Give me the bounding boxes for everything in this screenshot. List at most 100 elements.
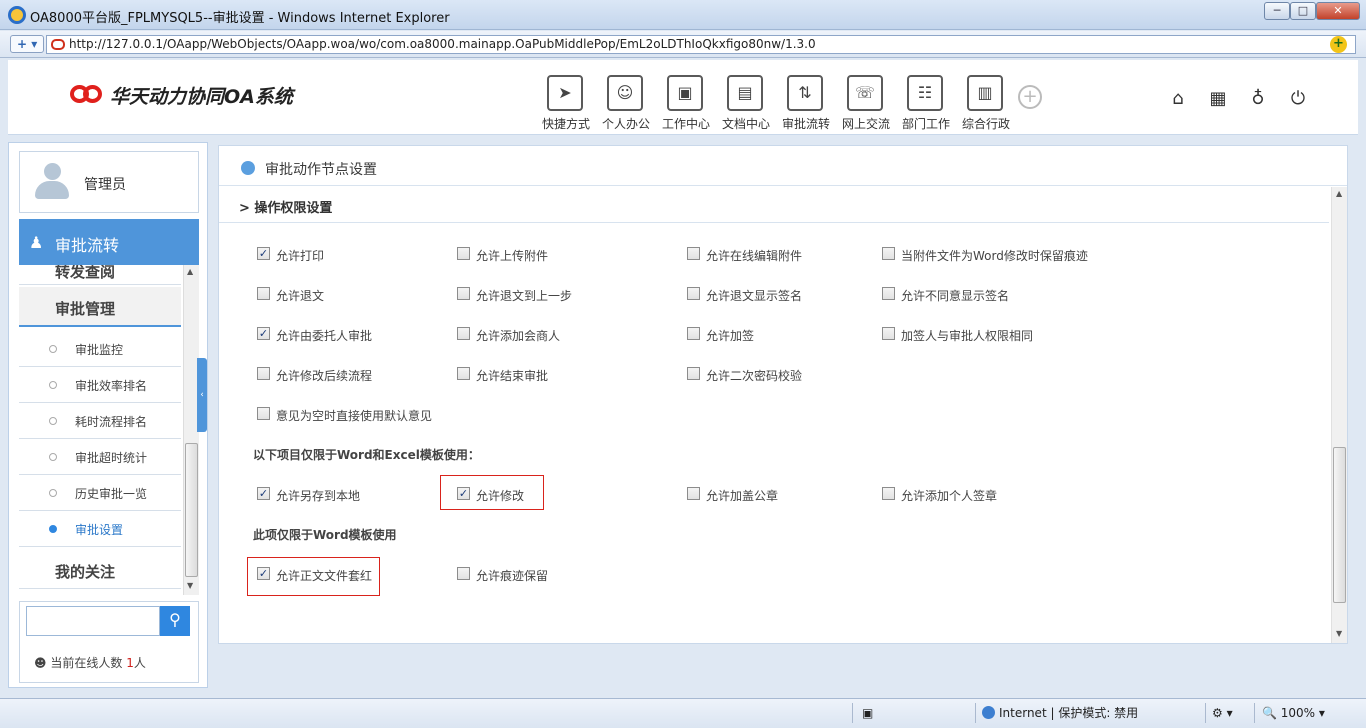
url-field[interactable]: http://127.0.0.1/OAapp/WebObjects/OAapp.… (46, 35, 1356, 54)
sidebar-item-label: 历史审批一览 (75, 487, 148, 501)
sidebar-item-my-follows[interactable]: 我的关注 (19, 549, 181, 589)
section-title: > 操作权限设置 (239, 201, 333, 216)
window-title: OA8000平台版_FPLMYSQL5--审批设置 - Windows Inte… (30, 11, 450, 26)
nav-work-center[interactable]: ▣ 工作中心 (656, 75, 716, 133)
sidebar-section-title: 审批流转 (55, 236, 120, 255)
sidebar-item-history[interactable]: 历史审批一览 (19, 475, 181, 511)
nav-administration[interactable]: ▥ 综合行政 (956, 75, 1016, 133)
add-nav-icon[interactable]: + (1018, 85, 1042, 109)
scroll-thumb[interactable] (185, 443, 198, 577)
search-icon[interactable]: ⚲ (160, 606, 190, 636)
checkbox[interactable] (457, 287, 470, 300)
checkbox[interactable] (457, 567, 470, 580)
sidebar-collapse-handle[interactable]: ‹ (197, 358, 207, 432)
flow-arrows-icon: ⇅ (787, 75, 823, 111)
search-input[interactable] (26, 606, 160, 636)
grid-icon[interactable]: ▦ (1206, 87, 1230, 111)
url-text: http://127.0.0.1/OAapp/WebObjects/OAapp.… (69, 37, 816, 51)
nav-department-work[interactable]: ☷ 部门工作 (896, 75, 956, 133)
sidebar-item-timeout-stats[interactable]: 审批超时统计 (19, 439, 181, 475)
ie-logo-icon (8, 6, 26, 24)
person-icon: ☺ (607, 75, 643, 111)
shirt-icon[interactable]: ♁ (1246, 87, 1270, 111)
checkbox[interactable] (457, 327, 470, 340)
nav-label: 工作中心 (661, 117, 710, 131)
user-settings-icon: ♟ (29, 233, 44, 252)
online-number[interactable]: 1 (126, 656, 134, 670)
checkbox[interactable] (882, 487, 895, 500)
bullet-icon (49, 345, 57, 353)
page-title: 审批动作节点设置 (265, 162, 377, 178)
checkbox[interactable]: ✓ (457, 487, 470, 500)
user-box[interactable]: 管理员 (19, 151, 199, 213)
nav-label: 部门工作 (901, 117, 950, 131)
checkbox[interactable] (457, 247, 470, 260)
nav-label: 审批流转 (781, 117, 830, 131)
checkbox[interactable]: ✓ (257, 487, 270, 500)
scroll-thumb[interactable] (1333, 447, 1346, 603)
address-bar: + ▾ http://127.0.0.1/OAapp/WebObjects/OA… (0, 31, 1366, 58)
checkbox[interactable]: ✓ (257, 247, 270, 260)
sidebar-item-forward-review[interactable]: 转发查阅 (19, 265, 181, 285)
sidebar-group-approval-management[interactable]: 审批管理 (19, 287, 181, 327)
checkbox[interactable] (687, 367, 700, 380)
nav-document-center[interactable]: ▤ 文档中心 (716, 75, 776, 133)
sidebar-item-label: 审批超时统计 (75, 451, 148, 465)
checkbox[interactable] (687, 327, 700, 340)
online-count: ☻ 当前在线人数 1人 (34, 654, 146, 671)
nav-label: 文档中心 (721, 117, 770, 131)
scroll-down-icon[interactable]: ▼ (1336, 629, 1342, 638)
sidebar-item-label: 转发查阅 (55, 265, 116, 281)
sidebar-item-efficiency-ranking[interactable]: 审批效率排名 (19, 367, 181, 403)
sidebar-item-approval-settings[interactable]: 审批设置 (19, 511, 181, 547)
app-header: 华天动力协同OA系统 ➤ 快捷方式 ☺ 个人办公 ▣ 工作中心 ▤ 文档中心 ⇅… (8, 60, 1358, 135)
avatar-body-icon (35, 181, 69, 199)
checkbox[interactable] (687, 487, 700, 500)
checkbox[interactable] (257, 367, 270, 380)
nav-label: 综合行政 (961, 117, 1010, 131)
department-icon: ☷ (907, 75, 943, 111)
nav-personal-office[interactable]: ☺ 个人办公 (596, 75, 656, 133)
checkbox[interactable] (687, 287, 700, 300)
security-zone[interactable]: Internet | 保护模式: 禁用 (982, 704, 1138, 722)
nav-online-chat[interactable]: ☏ 网上交流 (836, 75, 896, 133)
sidebar-item-approval-monitor[interactable]: 审批监控 (19, 331, 181, 367)
checkbox[interactable] (257, 287, 270, 300)
go-icon[interactable]: + (1330, 36, 1347, 53)
nav-label: 快捷方式 (541, 117, 590, 131)
sidebar-section-header[interactable]: ♟ 审批流转 (19, 219, 199, 265)
checkbox[interactable] (882, 247, 895, 260)
maximize-button[interactable]: □ (1290, 2, 1316, 20)
avatar (32, 161, 72, 201)
sidebar-item-label: 我的关注 (55, 563, 116, 581)
sidebar-item-label: 审批监控 (75, 343, 124, 357)
bullet-icon (49, 525, 57, 533)
chat-icon: ☏ (847, 75, 883, 111)
scroll-down-icon[interactable]: ▼ (187, 581, 193, 590)
content-scrollbar[interactable]: ▲ ▼ (1331, 187, 1347, 643)
nav-shortcuts[interactable]: ➤ 快捷方式 (536, 75, 596, 133)
note-word-excel: 以下项目仅限于Word和Excel模板使用： (253, 448, 480, 462)
checkbox[interactable]: ✓ (257, 567, 270, 580)
sidebar-item-label: 审批设置 (75, 523, 124, 537)
minimize-button[interactable]: ─ (1264, 2, 1290, 20)
section-header[interactable]: > 操作权限设置 (219, 187, 1329, 223)
new-tab-button[interactable]: + ▾ (10, 35, 44, 53)
zoom-control[interactable]: 🔍 100% ▾ (1262, 704, 1325, 722)
home-icon[interactable]: ⌂ (1166, 87, 1190, 111)
checkbox[interactable] (457, 367, 470, 380)
scroll-up-icon[interactable]: ▲ (187, 267, 193, 276)
nav-approval-flow[interactable]: ⇅ 审批流转 (776, 75, 836, 133)
online-unit: 人 (133, 656, 146, 670)
checkbox[interactable]: ✓ (257, 327, 270, 340)
checkbox[interactable] (687, 247, 700, 260)
scroll-up-icon[interactable]: ▲ (1336, 189, 1342, 198)
checkbox[interactable] (257, 407, 270, 420)
protected-mode-icon[interactable]: ⚙ ▾ (1212, 704, 1233, 722)
close-button[interactable]: ✕ (1316, 2, 1360, 20)
checkbox[interactable] (882, 327, 895, 340)
sidebar-item-time-ranking[interactable]: 耗时流程排名 (19, 403, 181, 439)
online-label: 当前在线人数 (50, 656, 123, 670)
power-icon[interactable]: ⏻ (1286, 87, 1310, 111)
checkbox[interactable] (882, 287, 895, 300)
